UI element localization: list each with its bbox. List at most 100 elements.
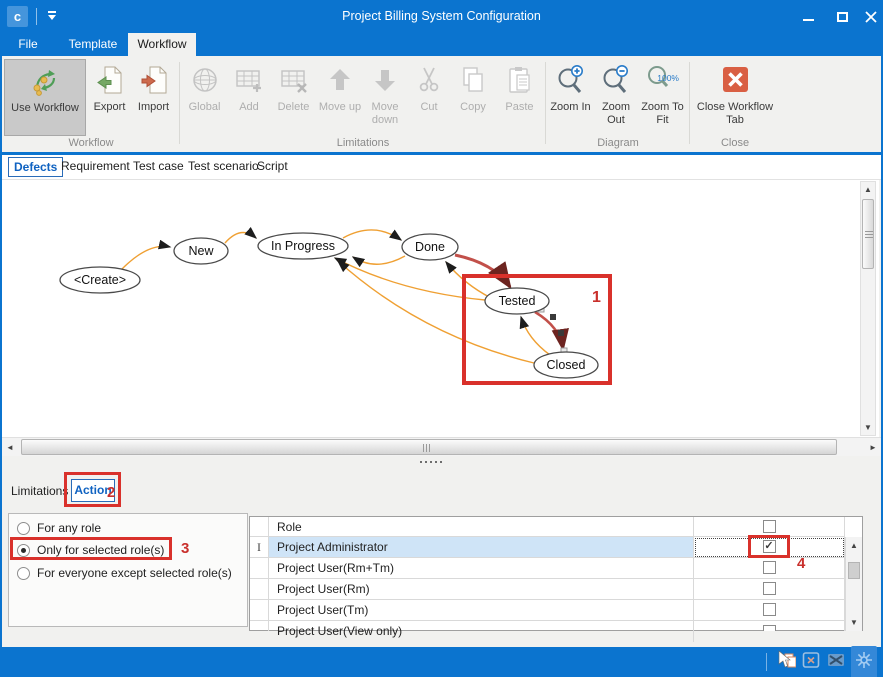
ribbon-separator xyxy=(689,62,690,144)
zoom-to-fit-icon: 100% xyxy=(639,59,686,101)
button-label: Import xyxy=(138,101,169,113)
globe-icon xyxy=(182,59,227,101)
node-in-progress[interactable]: In Progress xyxy=(258,233,348,259)
copy-pointer-icon[interactable] xyxy=(776,649,796,676)
node-done[interactable]: Done xyxy=(402,234,458,260)
row-header-cell xyxy=(250,579,269,600)
annotation-number-2: 2 xyxy=(107,484,115,501)
check-cell[interactable] xyxy=(694,600,845,621)
ribbon-separator xyxy=(545,62,546,144)
tab-defects[interactable]: Defects xyxy=(8,157,63,177)
scroll-right-icon[interactable]: ► xyxy=(866,440,880,455)
tab-template[interactable]: Template xyxy=(58,33,128,56)
role-cell[interactable]: Project User(View only) xyxy=(269,621,694,642)
zoom-in-button[interactable]: Zoom In xyxy=(548,59,593,136)
table-delete-icon xyxy=(270,59,317,101)
tab-test-scenario[interactable]: Test scenario xyxy=(188,159,259,173)
tab-limitations[interactable]: Limitations xyxy=(11,484,68,498)
tab-file[interactable]: File xyxy=(6,33,50,56)
thumb-grip xyxy=(865,231,873,240)
minimize-button[interactable] xyxy=(793,0,823,33)
table-row[interactable]: Project User(Rm+Tm) xyxy=(250,558,845,579)
radio-label: For everyone except selected role(s) xyxy=(37,566,232,580)
export-icon xyxy=(88,59,131,101)
checkbox-unchecked[interactable] xyxy=(763,582,776,595)
ribbon: Use Workflow Export Im xyxy=(2,56,881,152)
copy-button: Copy xyxy=(450,59,496,136)
checkbox-unchecked[interactable] xyxy=(763,561,776,574)
node-closed[interactable]: Closed xyxy=(534,352,598,378)
svg-text:New: New xyxy=(188,244,214,258)
radio-for-any-role[interactable]: For any role xyxy=(17,521,101,535)
check-cell[interactable] xyxy=(694,621,845,631)
radio-icon[interactable] xyxy=(17,567,30,580)
scroll-thumb[interactable] xyxy=(21,439,837,455)
svg-text:Closed: Closed xyxy=(547,358,586,372)
use-workflow-button[interactable]: Use Workflow xyxy=(4,59,86,136)
annotation-number-3: 3 xyxy=(181,540,189,557)
table-row-clipped[interactable]: Project User(View only) xyxy=(250,621,845,631)
transition-closed-tested[interactable] xyxy=(521,317,550,355)
checkbox-unchecked[interactable] xyxy=(763,603,776,616)
button-label: Copy xyxy=(460,101,486,113)
tab-test-case[interactable]: Test case xyxy=(133,159,184,173)
transition-inprogress-done[interactable] xyxy=(343,230,401,240)
dialog-close-icon[interactable] xyxy=(801,649,821,676)
close-workflow-tab-button[interactable]: Close Workflow Tab xyxy=(692,59,778,136)
workflow-diagram-canvas[interactable]: <Create> New In Progress Done Tested xyxy=(2,180,879,437)
role-cell[interactable]: Project User(Tm) xyxy=(269,600,694,621)
checkbox-unchecked[interactable] xyxy=(763,520,776,533)
role-column-header[interactable]: Role xyxy=(269,517,694,537)
node-tested[interactable]: Tested xyxy=(485,288,549,314)
import-button[interactable]: Import xyxy=(131,59,176,136)
transition-tested-done[interactable] xyxy=(446,262,491,298)
role-cell[interactable]: Project User(Rm) xyxy=(269,579,694,600)
scroll-left-icon[interactable]: ◄ xyxy=(3,440,17,455)
transition-create-new[interactable] xyxy=(120,246,170,271)
table-vertical-scrollbar[interactable]: ▲ ▼ xyxy=(845,537,862,631)
annotation-box-4 xyxy=(748,535,790,558)
checkbox-unchecked[interactable] xyxy=(763,625,776,631)
table-row[interactable]: Project User(Tm) xyxy=(250,600,845,621)
transition-done-inprogress[interactable] xyxy=(353,256,405,264)
splitter-handle[interactable] xyxy=(420,461,442,463)
close-button[interactable] xyxy=(856,0,883,33)
radio-icon[interactable] xyxy=(17,522,30,535)
scroll-down-icon[interactable]: ▼ xyxy=(861,420,875,435)
diagram-vertical-scrollbar[interactable]: ▲ ▼ xyxy=(860,181,876,436)
check-cell[interactable] xyxy=(694,579,845,600)
tab-script[interactable]: Script xyxy=(257,159,288,173)
tab-requirement[interactable]: Requirement xyxy=(61,159,130,173)
radio-label: For any role xyxy=(37,521,101,535)
group-label-limitations: Limitations xyxy=(182,136,544,150)
scroll-up-icon[interactable]: ▲ xyxy=(847,538,861,553)
scroll-thumb[interactable] xyxy=(848,562,860,579)
zoom-to-fit-button[interactable]: 100% Zoom To Fit xyxy=(639,59,686,136)
transition-new-inprogress[interactable] xyxy=(225,233,256,243)
node-create[interactable]: <Create> xyxy=(60,267,140,293)
check-cell[interactable] xyxy=(694,558,845,579)
button-label: Delete xyxy=(278,101,310,113)
scroll-up-icon[interactable]: ▲ xyxy=(861,182,875,197)
scroll-down-icon[interactable]: ▼ xyxy=(847,615,861,630)
node-new[interactable]: New xyxy=(174,238,228,264)
radio-everyone-except-selected[interactable]: For everyone except selected role(s) xyxy=(17,566,232,580)
maximize-button[interactable] xyxy=(827,0,857,33)
arrow-up-icon xyxy=(318,59,362,101)
mail-close-icon[interactable] xyxy=(826,649,846,676)
annotation-box-3 xyxy=(10,537,172,560)
check-column-header[interactable] xyxy=(694,517,845,537)
table-header-row: Role xyxy=(250,517,845,537)
snowflake-icon[interactable] xyxy=(851,646,877,677)
export-button[interactable]: Export xyxy=(88,59,131,136)
tab-workflow[interactable]: Workflow xyxy=(128,33,196,56)
role-cell[interactable]: Project User(Rm+Tm) xyxy=(269,558,694,579)
diagram-horizontal-scrollbar[interactable]: ◄ ► xyxy=(2,437,881,456)
add-button: Add xyxy=(228,59,270,136)
button-label: Move xyxy=(319,101,346,113)
scroll-thumb[interactable] xyxy=(862,199,874,269)
zoom-out-button[interactable]: Zoom Out xyxy=(593,59,639,136)
button-label: Close Workflow xyxy=(697,101,773,113)
table-row[interactable]: Project User(Rm) xyxy=(250,579,845,600)
role-cell[interactable]: Project Administrator xyxy=(269,537,694,558)
